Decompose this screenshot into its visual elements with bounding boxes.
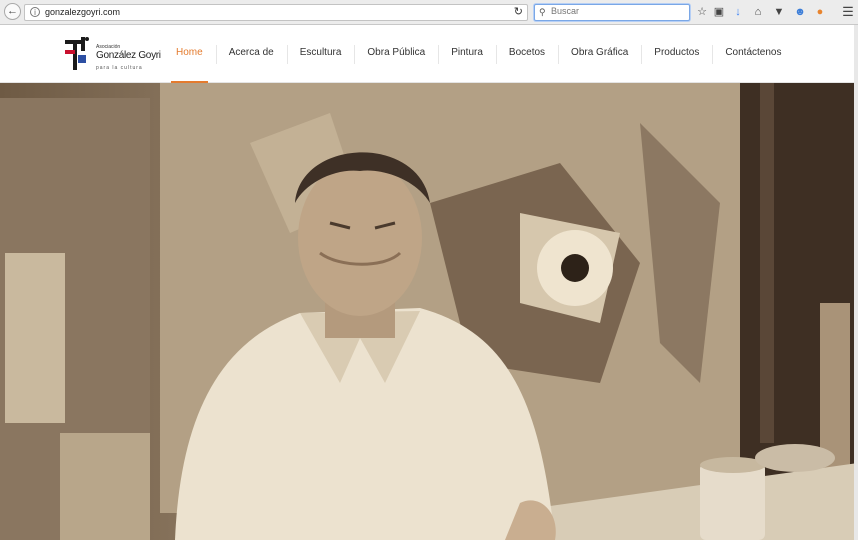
nav-bocetos[interactable]: Bocetos: [495, 25, 558, 83]
browser-search-bar[interactable]: ⚲: [534, 4, 690, 21]
page-scrollbar[interactable]: [854, 25, 858, 540]
logo-mark-icon: [65, 37, 89, 70]
download-icon[interactable]: ↓: [731, 5, 745, 19]
menu-icon[interactable]: ☰: [841, 5, 855, 19]
pocket-icon[interactable]: ▼: [772, 5, 786, 19]
hero-photo-illustration: [0, 83, 858, 540]
logo-name: González Goyri: [96, 50, 161, 61]
nav-escultura[interactable]: Escultura: [286, 25, 355, 83]
browser-search-input[interactable]: [551, 6, 685, 16]
home-icon[interactable]: ⌂: [751, 5, 765, 19]
nav-productos[interactable]: Productos: [641, 25, 712, 83]
star-bookmark-icon[interactable]: ☆: [695, 5, 709, 19]
main-nav: Home Acerca de Escultura Obra Pública Pi…: [163, 25, 794, 83]
nav-home[interactable]: Home: [163, 25, 216, 83]
url-bar[interactable]: i gonzalezgoyri.com ↻: [24, 4, 528, 21]
search-icon: ⚲: [539, 7, 546, 17]
back-arrow-icon[interactable]: ←: [4, 3, 21, 20]
extension-icon[interactable]: ●: [813, 5, 827, 19]
logo-tagline: para la cultura: [96, 65, 143, 71]
browser-toolbar: ← i gonzalezgoyri.com ↻ ⚲ ☆ ▣ ↓ ⌂ ▼ ☻ ● …: [0, 0, 858, 25]
nav-pintura[interactable]: Pintura: [438, 25, 496, 83]
reload-icon[interactable]: ↻: [514, 5, 523, 18]
info-icon[interactable]: i: [30, 7, 40, 17]
hero-photo: [0, 83, 858, 540]
nav-acerca-de[interactable]: Acerca de: [215, 25, 287, 83]
clipboard-icon[interactable]: ▣: [712, 5, 726, 19]
nav-obra-publica[interactable]: Obra Pública: [354, 25, 438, 83]
nav-contactenos[interactable]: Contáctenos: [712, 25, 794, 83]
site-logo[interactable]: Asociación González Goyri para la cultur…: [64, 35, 161, 75]
site-header: Asociación González Goyri para la cultur…: [0, 25, 858, 83]
nav-obra-grafica[interactable]: Obra Gráfica: [558, 25, 641, 83]
url-text[interactable]: gonzalezgoyri.com: [45, 7, 120, 17]
account-icon[interactable]: ☻: [793, 5, 807, 19]
